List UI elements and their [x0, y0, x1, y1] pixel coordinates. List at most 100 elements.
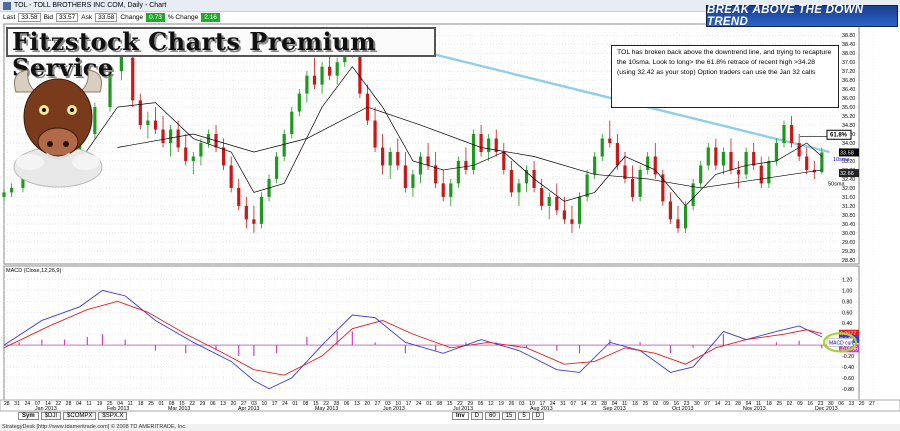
tab-sym[interactable]: Sym	[18, 412, 39, 420]
date-tick-label: 27	[375, 401, 381, 407]
candle-body	[615, 143, 619, 166]
macd-tick-label: -0.40	[842, 365, 854, 371]
last-value: 33.58	[18, 12, 41, 22]
candle-body	[305, 75, 309, 94]
price-tick-label: 30.40	[842, 222, 855, 228]
ask-value: 33.58	[95, 12, 118, 22]
date-tick-label: 02	[653, 401, 659, 407]
price-tick-label: 28.80	[842, 258, 855, 264]
candle-body	[456, 160, 460, 184]
candle-body	[244, 205, 248, 220]
tab-d2[interactable]: D	[531, 412, 545, 420]
candle-body	[759, 165, 763, 184]
date-tick-label: 11	[86, 401, 91, 407]
tab-spx[interactable]: $SPX.X	[98, 412, 128, 420]
candle-body	[471, 134, 476, 170]
date-tick-label: 20	[859, 401, 865, 407]
price-tick-label: 37.60	[842, 60, 855, 66]
candle-body	[237, 187, 241, 206]
price-tick-label: 31.60	[842, 195, 855, 201]
macd-tick-label: -0.60	[842, 376, 854, 382]
tab-compx[interactable]: $COMPX	[63, 412, 97, 420]
candle-body	[487, 138, 491, 152]
candle-body	[252, 219, 256, 224]
date-tick-label: 09	[663, 401, 669, 407]
tab-inv[interactable]: Inv	[452, 412, 469, 420]
date-tick-label: 25	[777, 401, 783, 407]
candle-body	[464, 160, 468, 170]
candle-body	[547, 196, 551, 206]
price-tick-label: 34.00	[842, 141, 855, 147]
date-tick-label: 08	[437, 401, 443, 407]
macd-panel	[3, 265, 860, 401]
sma50-label: 50sma	[828, 182, 845, 188]
date-tick-label: 12	[488, 401, 494, 407]
candle-body	[2, 192, 6, 197]
date-tick-label: 14	[581, 401, 587, 407]
tab-15[interactable]: 15	[501, 412, 517, 420]
price-tick-label: 36.80	[842, 78, 855, 84]
date-tick-label: 07	[704, 401, 710, 407]
price-tick-label: 30.80	[842, 213, 855, 219]
candle-body	[297, 93, 301, 112]
macd-tick-label: 0.80	[842, 299, 852, 305]
month-label: Apr 2013	[238, 406, 260, 412]
candle-body	[600, 138, 604, 157]
candle-body	[744, 151, 748, 175]
candle-body	[199, 143, 203, 157]
date-tick-label: 29	[200, 401, 206, 407]
fib-label: 61.8%	[830, 132, 848, 138]
month-label: Sep 2013	[603, 406, 626, 412]
date-tick-label: 25	[643, 401, 649, 407]
date-tick-label: 10	[262, 401, 268, 407]
macd-curl-label: MACD curl	[829, 340, 853, 346]
date-tick-label: 01	[159, 401, 165, 407]
tab-d[interactable]: D	[470, 412, 484, 420]
price-flag-label: 32.66	[840, 171, 854, 177]
date-tick-label: 24	[416, 401, 422, 407]
date-tick-label: 07	[571, 401, 577, 407]
date-tick-label: 27	[869, 401, 875, 407]
candle-body	[259, 196, 264, 224]
tab-dji[interactable]: $DJI	[40, 412, 62, 420]
date-tick-label: 14	[715, 401, 721, 407]
price-flag-label: 33.58	[840, 150, 854, 156]
date-tick-label: 18	[138, 401, 144, 407]
change-label: Change	[120, 13, 144, 21]
date-tick-label: 17	[272, 401, 278, 407]
candle-body	[729, 151, 733, 170]
price-tick-label: 35.60	[842, 105, 855, 111]
app-icon	[3, 1, 11, 10]
candle-body	[184, 147, 188, 161]
candle-body	[328, 66, 332, 76]
date-tick-label: 19	[498, 401, 504, 407]
candle-body	[805, 156, 809, 170]
change-value: 0.73	[146, 12, 165, 22]
tab-5[interactable]: 5	[518, 412, 530, 420]
candle-body	[517, 183, 521, 193]
candle-body	[699, 165, 703, 184]
candle-body	[706, 147, 710, 166]
pct-change-value: 2.16	[201, 12, 220, 22]
price-tick-label: 36.40	[842, 87, 855, 93]
date-tick-label: 28	[66, 401, 72, 407]
price-tick-label: 29.60	[842, 240, 855, 246]
tab-60[interactable]: 60	[485, 412, 500, 420]
month-label: Jun 2013	[383, 406, 405, 412]
price-tick-label: 31.20	[842, 204, 855, 210]
candle-body	[752, 151, 756, 166]
candle-body	[169, 129, 173, 144]
date-tick-label: 24	[282, 401, 288, 407]
date-tick-label: 15	[447, 401, 453, 407]
candle-body	[630, 178, 635, 197]
candle-body	[593, 156, 597, 175]
date-tick-label: 28	[735, 401, 741, 407]
candle-body	[676, 219, 680, 229]
candle-body	[555, 196, 559, 211]
bull-logo	[13, 69, 103, 188]
candle-body	[767, 160, 771, 184]
date-tick-label: 06	[210, 401, 216, 407]
date-tick-label: 21	[591, 401, 597, 407]
date-tick-label: 13	[849, 401, 855, 407]
date-tick-label: 21	[725, 401, 731, 407]
